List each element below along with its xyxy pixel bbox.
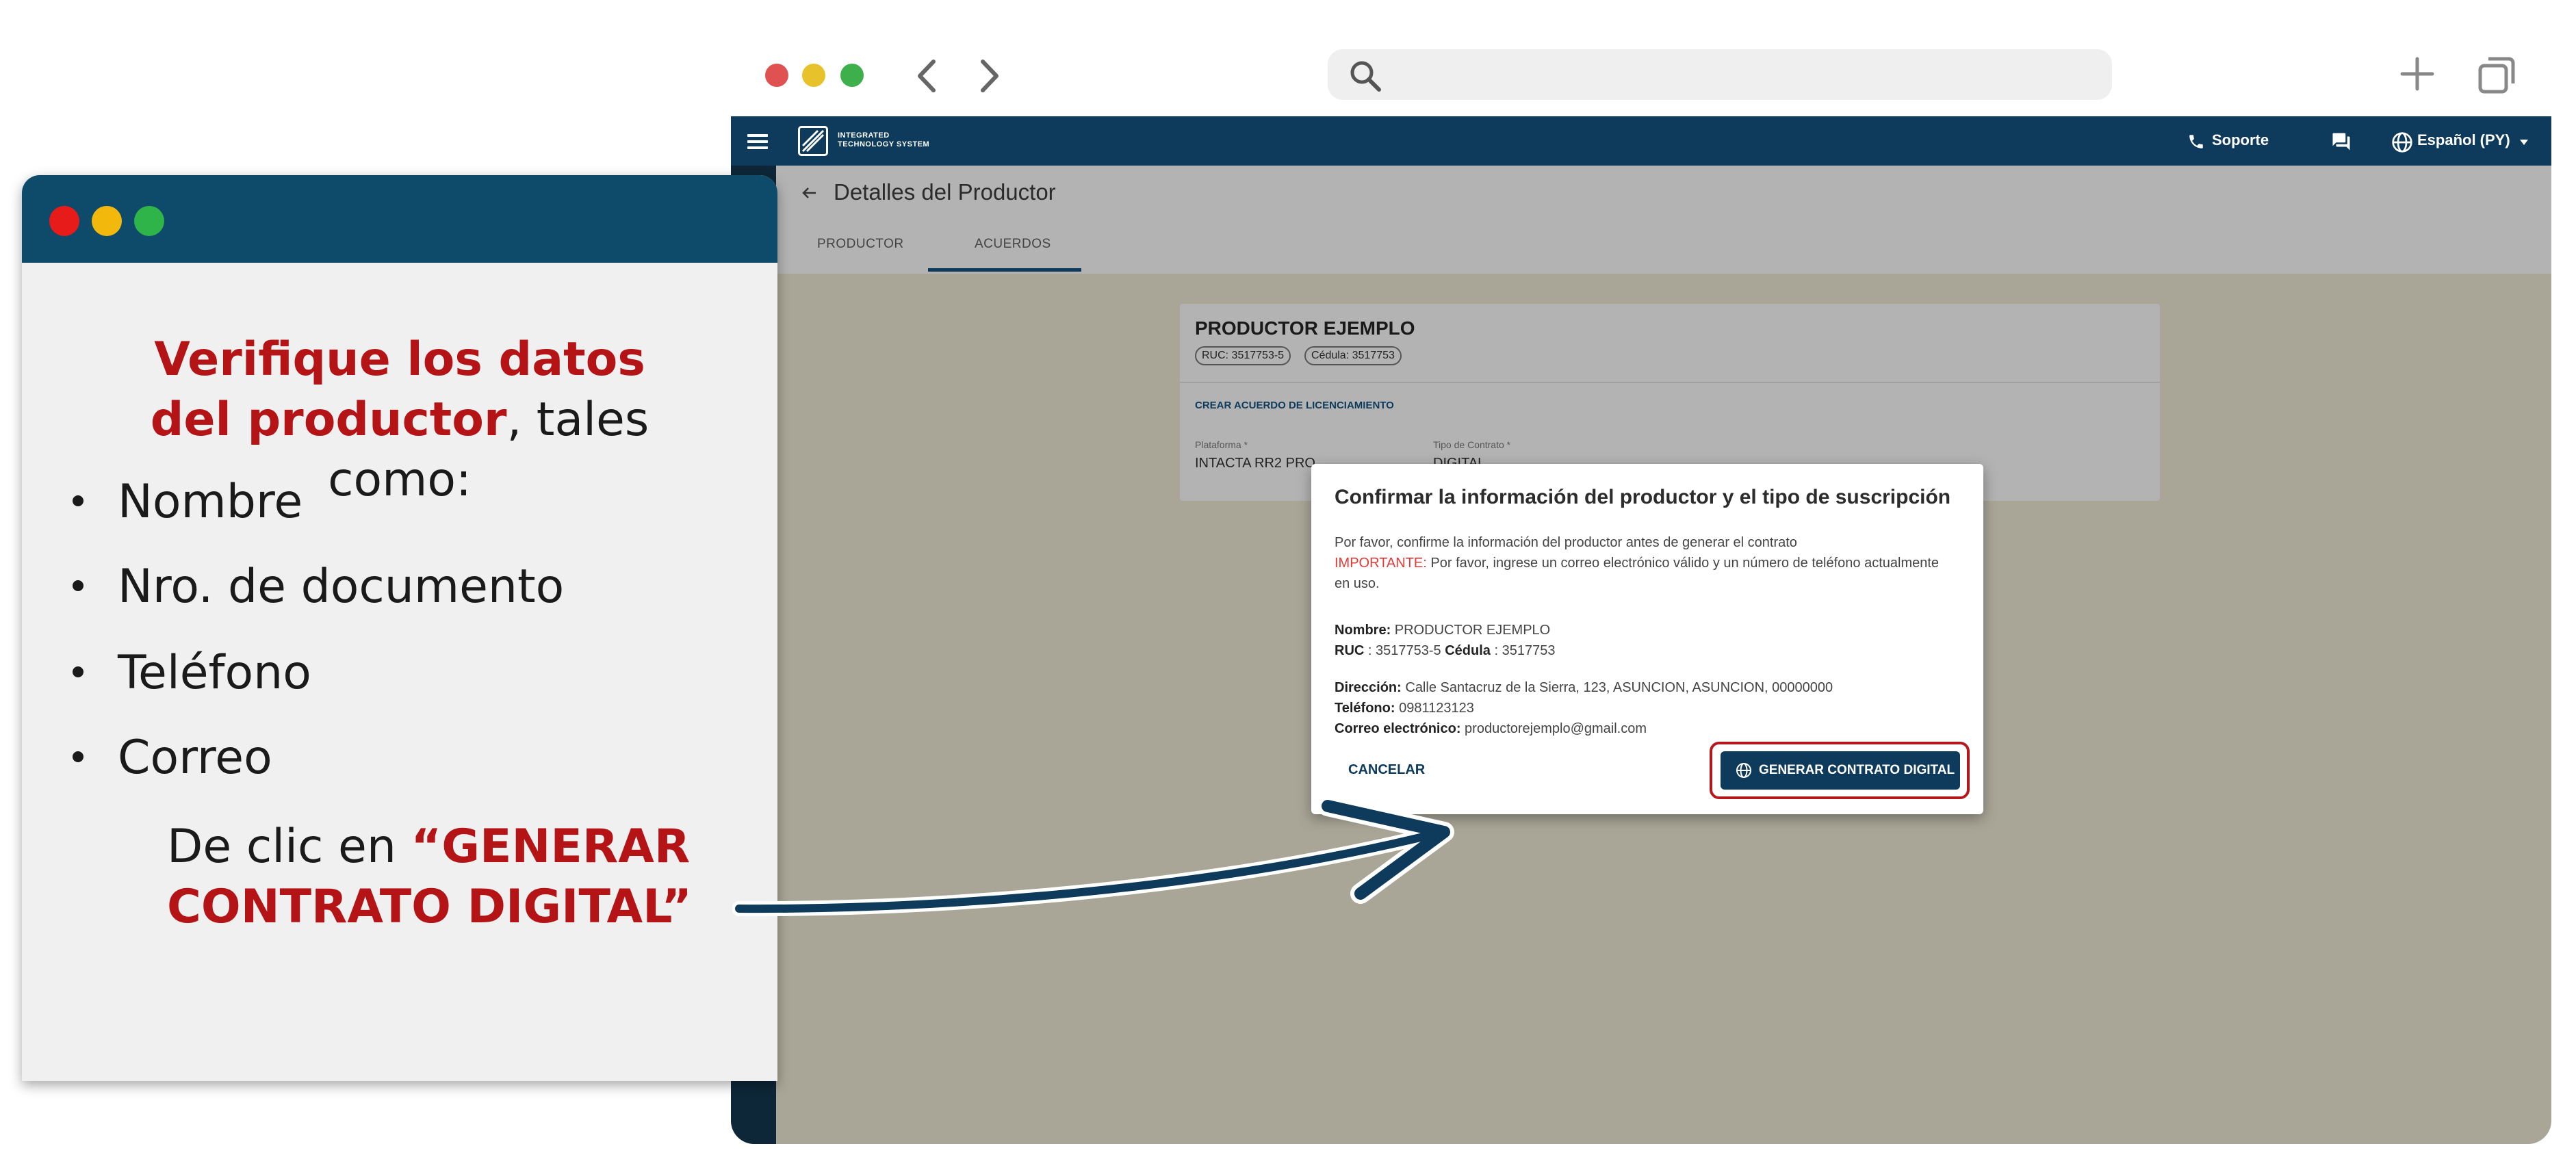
dialog-title: Confirmar la información del productor y… bbox=[1335, 486, 1951, 508]
hamburger-menu-icon[interactable] bbox=[747, 134, 768, 149]
app-topbar: INTEGRATED TECHNOLOGY SYSTEM Soporte Esp… bbox=[731, 116, 2551, 166]
platform-label: Plataforma * bbox=[1195, 439, 1248, 450]
generate-digital-contract-button[interactable]: GENERAR CONTRATO DIGITAL bbox=[1721, 751, 1960, 790]
producer-summary: Nombre: PRODUCTOR EJEMPLO RUC : 3517753-… bbox=[1335, 620, 1950, 661]
card-close-dot bbox=[49, 206, 79, 236]
cancel-button[interactable]: CANCELAR bbox=[1348, 762, 1425, 778]
tab-acuerdos[interactable]: ACUERDOS bbox=[975, 237, 1051, 252]
chat-icon[interactable] bbox=[2330, 131, 2353, 152]
globe-icon bbox=[1736, 763, 1751, 778]
logo-line-2: TECHNOLOGY SYSTEM bbox=[838, 140, 930, 148]
telefono-value: 0981123123 bbox=[1395, 701, 1474, 716]
ruc-label: RUC bbox=[1335, 643, 1365, 658]
cedula-label: Cédula bbox=[1445, 643, 1491, 658]
direccion-value: Calle Santacruz de la Sierra, 123, ASUNC… bbox=[1401, 680, 1833, 695]
back-arrow-icon[interactable] bbox=[801, 185, 817, 201]
bullet-text: Correo bbox=[118, 731, 272, 785]
dropdown-caret-icon[interactable] bbox=[2519, 138, 2529, 146]
license-section-title: CREAR ACUERDO DE LICENCIAMIENTO bbox=[1195, 400, 1394, 411]
card-minimize-dot bbox=[92, 206, 122, 236]
generate-button-label: GENERAR CONTRATO DIGITAL bbox=[1759, 763, 1955, 777]
page-title: Detalles del Productor bbox=[834, 179, 1056, 205]
cedula-value: : 3517753 bbox=[1490, 643, 1556, 658]
phone-icon bbox=[2189, 135, 2203, 148]
dialog-intro: Por favor, confirme la información del p… bbox=[1335, 532, 1950, 594]
language-selector[interactable]: Español (PY) bbox=[2417, 131, 2510, 149]
direccion-label: Dirección: bbox=[1335, 680, 1402, 695]
window-close-dot[interactable] bbox=[765, 64, 788, 87]
window-maximize-dot[interactable] bbox=[840, 64, 864, 87]
telefono-label: Teléfono: bbox=[1335, 701, 1395, 716]
platform-value[interactable]: INTACTA RR2 PRO bbox=[1195, 456, 1315, 471]
tabs-overview-icon[interactable] bbox=[2477, 55, 2517, 94]
instruction-cta: De clic en “GENERAR CONTRATO DIGITAL” bbox=[167, 817, 714, 937]
important-label: IMPORTANTE: bbox=[1335, 556, 1427, 571]
card-divider bbox=[1180, 382, 2160, 383]
app-window: INTEGRATED TECHNOLOGY SYSTEM Soporte Esp… bbox=[731, 116, 2551, 1144]
card-maximize-dot bbox=[134, 206, 164, 236]
instruction-card-header bbox=[22, 175, 777, 263]
producer-contact: Dirección: Calle Santacruz de la Sierra,… bbox=[1335, 677, 1964, 739]
address-bar[interactable] bbox=[1328, 49, 2112, 100]
confirm-dialog: Confirmar la información del productor y… bbox=[1311, 464, 1983, 814]
company-logo-icon bbox=[798, 126, 828, 156]
instruction-bullet: Nombre bbox=[73, 475, 303, 529]
contract-type-label: Tipo de Contrato * bbox=[1433, 439, 1511, 450]
nombre-value: PRODUCTOR EJEMPLO bbox=[1391, 623, 1551, 638]
intro-text: Por favor, confirme la información del p… bbox=[1335, 535, 1797, 550]
tab-productor[interactable]: PRODUCTOR bbox=[817, 237, 904, 252]
pointer-arrow-icon bbox=[732, 796, 1454, 917]
ruc-value: : 3517753-5 bbox=[1364, 643, 1445, 658]
instruction-card: Verifique los datos del productor, tales… bbox=[22, 175, 777, 1081]
forward-arrow-icon[interactable] bbox=[977, 57, 1002, 94]
correo-value: productorejemplo@gmail.com bbox=[1460, 721, 1647, 736]
support-link[interactable]: Soporte bbox=[2212, 131, 2269, 149]
instruction-bullet: Nro. de documento bbox=[73, 560, 565, 614]
search-icon bbox=[1350, 61, 1381, 92]
new-tab-icon[interactable] bbox=[2398, 55, 2436, 93]
globe-icon bbox=[2392, 132, 2412, 153]
back-arrow-icon[interactable] bbox=[914, 57, 939, 94]
bullet-text: Nombre bbox=[118, 475, 303, 529]
ruc-chip: RUC: 3517753-5 bbox=[1195, 346, 1291, 365]
cedula-chip: Cédula: 3517753 bbox=[1304, 346, 1402, 365]
correo-label: Correo electrónico: bbox=[1335, 721, 1461, 736]
bullet-text: Nro. de documento bbox=[118, 560, 565, 614]
bullet-text: Teléfono bbox=[118, 646, 311, 700]
instruction-bullet: Correo bbox=[73, 731, 272, 785]
producer-name: PRODUCTOR EJEMPLO bbox=[1195, 317, 1415, 339]
window-minimize-dot[interactable] bbox=[802, 64, 825, 87]
logo-line-1: INTEGRATED bbox=[838, 131, 890, 140]
instruction-bullet: Teléfono bbox=[73, 646, 311, 700]
company-logo-text: INTEGRATED TECHNOLOGY SYSTEM bbox=[838, 131, 929, 149]
nombre-label: Nombre: bbox=[1335, 623, 1391, 638]
active-tab-indicator bbox=[928, 268, 1081, 272]
cta-prefix: De clic en bbox=[167, 820, 411, 874]
